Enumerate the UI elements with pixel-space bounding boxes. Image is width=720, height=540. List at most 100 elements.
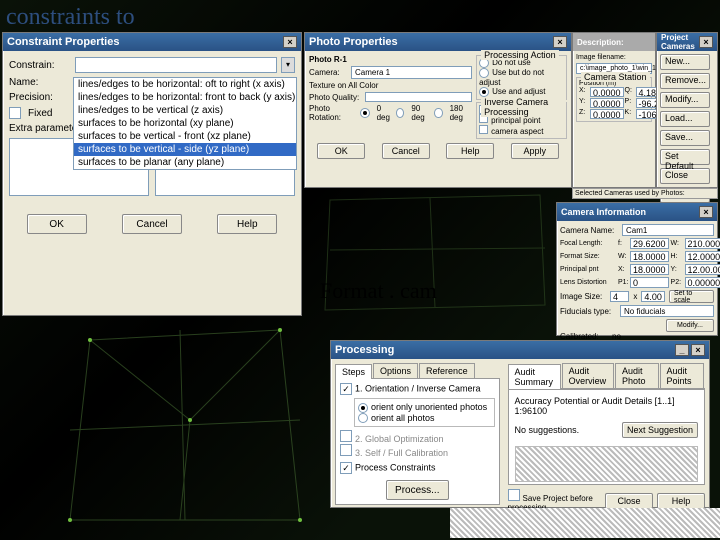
pp-y[interactable]: 12.00.00 bbox=[685, 264, 720, 275]
action-radio[interactable] bbox=[479, 68, 489, 78]
step1-check[interactable]: ✓ bbox=[340, 383, 352, 395]
camera-select[interactable]: Camera 1 bbox=[351, 66, 472, 79]
constrain-select[interactable] bbox=[75, 57, 277, 73]
orient-radio[interactable] bbox=[358, 413, 368, 423]
pp-x[interactable]: 18.0000 bbox=[630, 264, 669, 275]
texture-label: Texture on All Color bbox=[309, 81, 378, 90]
image-h[interactable]: 4.00 bbox=[641, 291, 665, 302]
hatch-area bbox=[515, 446, 698, 482]
close-icon[interactable]: × bbox=[699, 36, 713, 48]
process-button[interactable]: Process... bbox=[386, 480, 448, 500]
processing-window: Processing_× Steps Options Reference ✓1.… bbox=[330, 340, 710, 508]
save-button[interactable]: Save... bbox=[660, 130, 710, 146]
list-item[interactable]: surfaces to be vertical - side (yz plane… bbox=[74, 143, 296, 156]
tab-reference[interactable]: Reference bbox=[419, 363, 475, 378]
ok-button[interactable]: OK bbox=[27, 214, 87, 234]
focal-w[interactable]: 210.000 bbox=[685, 238, 720, 249]
pos-y[interactable]: 0.0000 bbox=[590, 98, 624, 108]
close-icon[interactable]: × bbox=[283, 36, 297, 48]
photo-titlebar: Photo Properties × bbox=[305, 33, 571, 51]
ok-button[interactable]: OK bbox=[317, 143, 365, 159]
constraint-properties-window: Constraint Properties × Constrain: ▾ Nam… bbox=[2, 32, 302, 316]
action-legend: Processing Action bbox=[481, 50, 559, 60]
step3-label: 3. Self / Full Calibration bbox=[355, 448, 448, 458]
camera-information-window: Camera Information× Camera Name:Cam1 Foc… bbox=[556, 202, 718, 336]
caminfo-titlebar: Camera Information× bbox=[557, 203, 717, 221]
rotation-label: Photo Rotation: bbox=[309, 104, 356, 122]
close-icon[interactable]: × bbox=[553, 36, 567, 48]
lens-p2[interactable]: 0.00000 bbox=[685, 277, 720, 288]
modify-button[interactable]: Modify... bbox=[666, 319, 714, 332]
list-item[interactable]: lines/edges to be horizontal: front to b… bbox=[74, 91, 296, 104]
list-item[interactable]: surfaces to be vertical - front (xz plan… bbox=[74, 130, 296, 143]
cancel-button[interactable]: Cancel bbox=[122, 214, 182, 234]
orient-radio[interactable] bbox=[358, 403, 368, 413]
format-text: Format . cam bbox=[320, 278, 437, 304]
photo-station-panel: Description: Image filename: c:\image_ph… bbox=[572, 32, 656, 188]
close-icon[interactable]: × bbox=[699, 206, 713, 218]
rotation-90-radio[interactable] bbox=[396, 108, 404, 118]
step2-check[interactable] bbox=[340, 430, 352, 442]
constraint-title: Constraint Properties bbox=[7, 36, 119, 48]
tab-steps[interactable]: Steps bbox=[335, 364, 372, 379]
action-radio[interactable] bbox=[479, 87, 489, 97]
apply-button[interactable]: Apply bbox=[511, 143, 559, 159]
image-w[interactable]: 4 bbox=[610, 291, 629, 302]
cancel-button[interactable]: Cancel bbox=[382, 143, 430, 159]
photo-properties-window: Photo Properties × Photo R-1 Camera: Came… bbox=[304, 32, 572, 188]
name-label: Name: bbox=[9, 77, 71, 88]
projcam-titlebar: Project Cameras× bbox=[657, 33, 717, 51]
constrain-dropdown-list[interactable]: lines/edges to be horizontal: oft to rig… bbox=[73, 77, 297, 170]
project-cameras-window: Project Cameras× New... Remove... Modify… bbox=[656, 32, 718, 188]
fixed-checkbox[interactable] bbox=[9, 107, 21, 119]
quality-slider[interactable] bbox=[365, 92, 472, 102]
rotation-0-radio[interactable] bbox=[360, 108, 370, 118]
pos-z[interactable]: 0.0000 bbox=[590, 109, 624, 119]
close-button[interactable]: Close bbox=[605, 493, 653, 509]
format-h[interactable]: 12.0000 bbox=[685, 251, 720, 262]
fiducials-select[interactable]: No fiducials bbox=[620, 305, 714, 317]
process-constraints-label: Process Constraints bbox=[355, 463, 436, 473]
help-button[interactable]: Help bbox=[217, 214, 277, 234]
remove-button[interactable]: Remove... bbox=[660, 73, 710, 89]
step3-check[interactable] bbox=[340, 444, 352, 456]
help-button[interactable]: Help bbox=[446, 143, 494, 159]
rotation-180-radio[interactable] bbox=[434, 108, 442, 118]
process-constraints-check[interactable]: ✓ bbox=[340, 462, 352, 474]
save-project-check[interactable] bbox=[508, 489, 520, 501]
photo-subtitle: Photo R-1 bbox=[309, 55, 472, 64]
desc-titlebar: Description: bbox=[573, 33, 655, 51]
camera-label: Camera: bbox=[309, 68, 347, 77]
pos-x[interactable]: 0.0000 bbox=[590, 87, 624, 97]
focal-f[interactable]: 29.6200 bbox=[630, 238, 669, 249]
modify-button[interactable]: Modify... bbox=[660, 92, 710, 108]
minimize-icon[interactable]: _ bbox=[675, 344, 689, 356]
tab-audit-points[interactable]: Audit Points bbox=[660, 363, 704, 388]
inv-check[interactable] bbox=[479, 125, 488, 134]
lens-p1[interactable]: 0 bbox=[630, 277, 669, 288]
tab-audit-overview[interactable]: Audit Overview bbox=[562, 363, 614, 388]
tab-audit-photo[interactable]: Audit Photo bbox=[615, 363, 659, 388]
chevron-down-icon[interactable]: ▾ bbox=[281, 57, 295, 73]
setdefault-button[interactable]: Set Default bbox=[660, 149, 710, 165]
constraint-titlebar: Constraint Properties × bbox=[3, 33, 301, 51]
format-w[interactable]: 18.0000 bbox=[630, 251, 669, 262]
tab-audit-summary[interactable]: Audit Summary bbox=[508, 364, 561, 389]
list-item[interactable]: lines/edges to be vertical (z axis) bbox=[74, 104, 296, 117]
camera-name-field[interactable]: Cam1 bbox=[622, 224, 714, 236]
step2-label: 2. Global Optimization bbox=[355, 434, 444, 444]
photo-title: Photo Properties bbox=[309, 36, 398, 48]
set-scale-button[interactable]: Set to scale bbox=[669, 290, 714, 303]
tab-options[interactable]: Options bbox=[373, 363, 418, 378]
new-button[interactable]: New... bbox=[660, 54, 710, 70]
next-suggestion-button[interactable]: Next Suggestion bbox=[622, 422, 698, 438]
list-item[interactable]: surfaces to be horizontal (xy plane) bbox=[74, 117, 296, 130]
list-item[interactable]: lines/edges to be horizontal: oft to rig… bbox=[74, 78, 296, 91]
help-button[interactable]: Help bbox=[657, 493, 705, 509]
load-button[interactable]: Load... bbox=[660, 111, 710, 127]
no-suggestions: No suggestions. bbox=[515, 425, 580, 435]
close-button[interactable]: Close bbox=[660, 168, 710, 184]
list-item[interactable]: surfaces to be planar (any plane) bbox=[74, 156, 296, 169]
quality-label: Photo Quality: bbox=[309, 93, 361, 102]
close-icon[interactable]: × bbox=[691, 344, 705, 356]
